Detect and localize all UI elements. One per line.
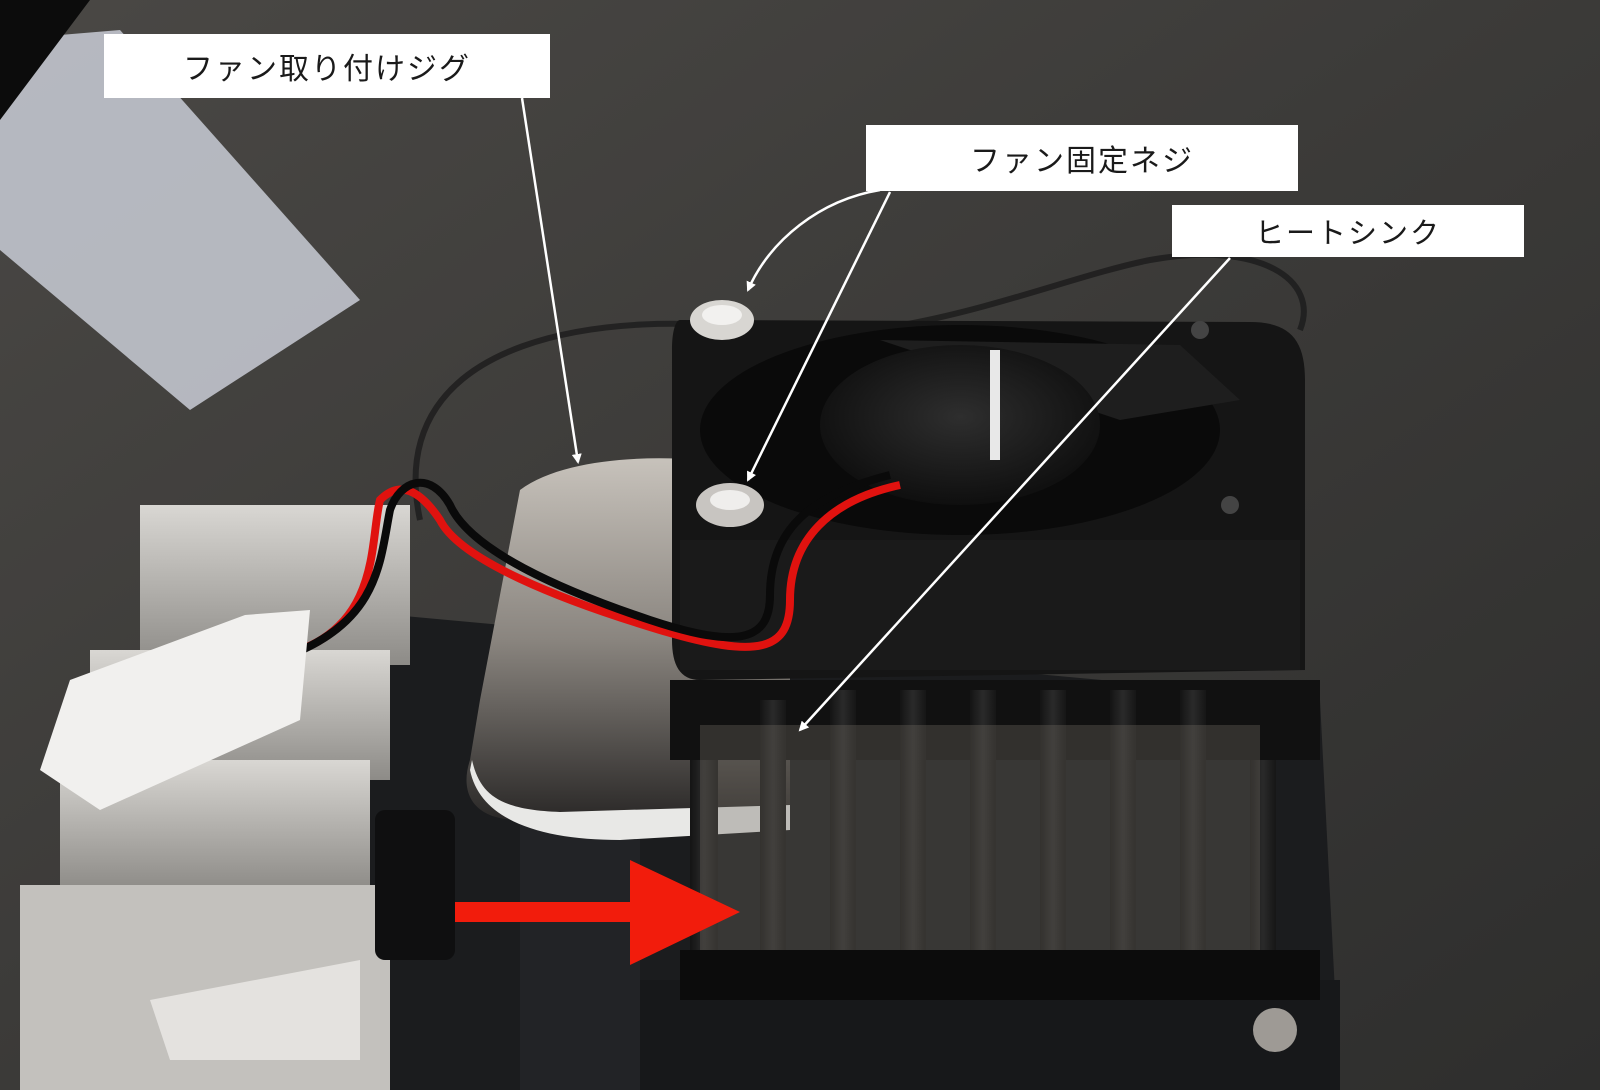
board-screw [1253,1008,1297,1052]
heatsink-base [680,950,1320,1000]
fan-screw-bottom-highlight [710,490,750,510]
board-connector [520,820,640,1090]
fan-screw-top-highlight [702,305,742,325]
callout-heatsink: ヒートシンク [1172,205,1524,257]
fan-sticker-stripe [990,350,1000,460]
fan-mount-hole [1191,321,1209,339]
airflow-arrow-shaft [455,902,645,922]
callout-fan-screw: ファン固定ネジ [866,125,1298,191]
fan-heatsink-photo [0,0,1600,1090]
callout-fan-jig: ファン取り付けジグ [104,34,550,98]
capacitor [375,810,455,960]
fan-mount-hole-2 [1221,496,1239,514]
heatsink-core [700,725,1260,965]
photo-stage: ファン取り付けジグ ファン固定ネジ ヒートシンク [0,0,1600,1090]
